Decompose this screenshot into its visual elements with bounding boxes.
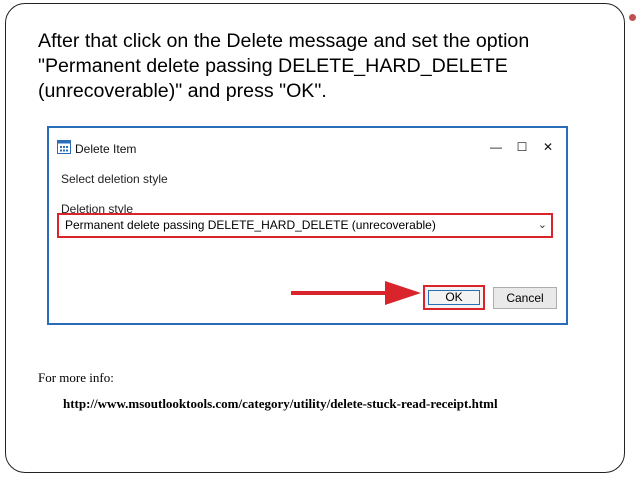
dialog-title: Delete Item (75, 142, 137, 156)
select-deletion-style-label: Select deletion style (61, 172, 168, 186)
instruction-text: After that click on the Delete message a… (38, 29, 628, 104)
slide-bullet (629, 14, 636, 21)
ok-button[interactable]: OK (423, 285, 485, 310)
maximize-icon[interactable]: ☐ (516, 140, 528, 154)
more-info-label: For more info: (38, 370, 114, 385)
app-grid-icon (57, 140, 71, 154)
delete-item-dialog: Delete Item — ☐ ✕ Select deletion style … (47, 126, 568, 325)
deletion-style-select[interactable]: Permanent delete passing DELETE_HARD_DEL… (57, 213, 553, 238)
red-arrow-icon (291, 281, 421, 305)
cancel-button[interactable]: Cancel (493, 287, 557, 309)
ok-button-focus-ring (428, 290, 480, 305)
deletion-style-value: Permanent delete passing DELETE_HARD_DEL… (65, 218, 436, 232)
instruction-line-1: After that click on the Delete message a… (38, 30, 530, 52)
window-controls: — ☐ ✕ (490, 140, 554, 154)
minimize-icon[interactable]: — (490, 140, 502, 154)
instruction-line-2: "Permanent delete passing DELETE_HARD_DE… (38, 55, 508, 77)
more-info-link[interactable]: http://www.msoutlooktools.com/category/u… (63, 396, 498, 412)
instruction-line-3: (unrecoverable)" and press "OK". (38, 80, 327, 102)
close-icon[interactable]: ✕ (542, 140, 554, 154)
chevron-down-icon[interactable]: ⌄ (538, 215, 547, 236)
